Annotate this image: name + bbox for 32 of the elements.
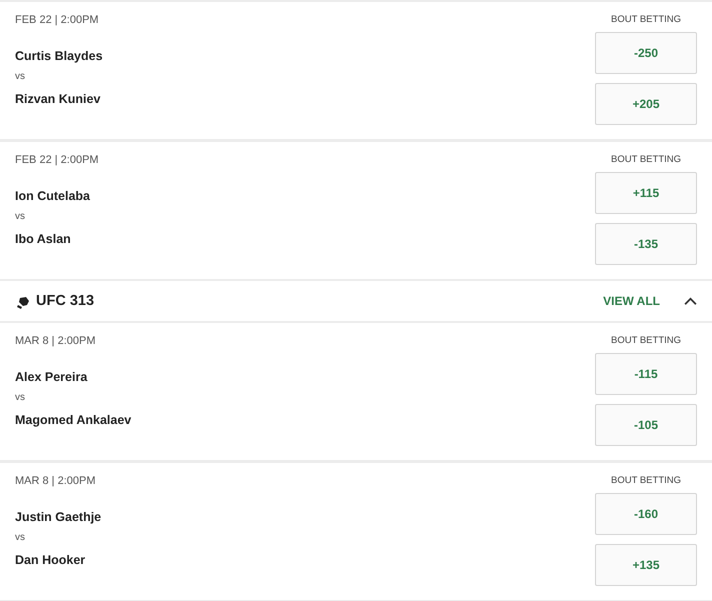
fighter-name: Rizvan Kuniev (15, 92, 102, 106)
odds-button[interactable]: +205 (595, 83, 697, 125)
fighter-name: Alex Pereira (15, 370, 88, 384)
fighter-name: Justin Gaethje (15, 510, 102, 524)
market-label: BOUT BETTING (610, 154, 682, 165)
odds-button[interactable]: -105 (595, 404, 697, 446)
fighter-name: Dan Hooker (15, 553, 86, 567)
bout-date: MAR 8 | 2:00PM (15, 335, 96, 347)
view-all-link[interactable]: VIEW ALL (603, 294, 660, 308)
chevron-icon[interactable] (684, 296, 697, 306)
fighter-name: Magomed Ankalaev (15, 413, 132, 427)
bout-date: FEB 22 | 2:00PM (15, 154, 99, 166)
bout-date: MAR 8 | 2:00PM (15, 475, 96, 487)
market-label: BOUT BETTING (610, 14, 682, 25)
market-label: BOUT BETTING (610, 475, 682, 486)
odds-button[interactable]: +135 (595, 544, 697, 586)
odds-button[interactable]: -135 (595, 223, 697, 265)
odds-button[interactable]: -160 (595, 493, 697, 535)
bout-date: FEB 22 | 2:00PM (15, 14, 100, 26)
market-label: BOUT BETTING (610, 335, 682, 346)
vs-label: vs (15, 392, 26, 403)
fighter-name: Ion Cutelaba (15, 189, 92, 203)
vs-label: vs (15, 532, 26, 543)
fighter-name: Ibo Aslan (15, 232, 72, 246)
odds-button[interactable]: -250 (595, 32, 697, 74)
event-title: UFC 313 (36, 293, 94, 309)
odds-button[interactable]: +115 (595, 172, 697, 214)
glove-icon (16, 296, 30, 310)
vs-label: vs (15, 71, 26, 82)
vs-label: vs (15, 211, 26, 222)
odds-button[interactable]: -115 (595, 353, 697, 395)
fighter-name: Curtis Blaydes (15, 49, 103, 63)
